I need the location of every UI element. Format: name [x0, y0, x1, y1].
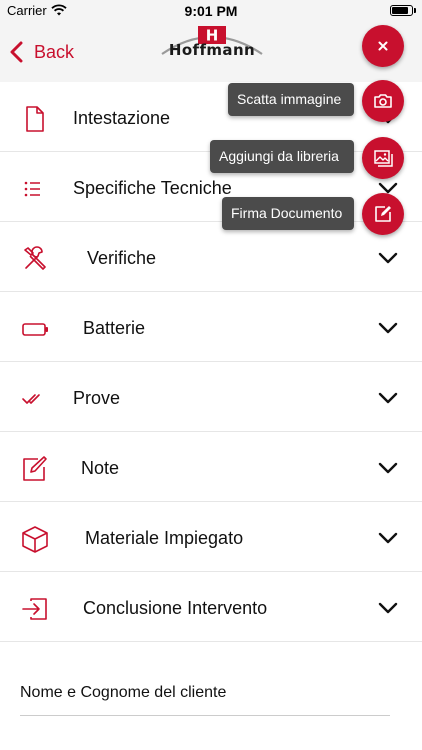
customer-name-label[interactable]: Nome e Cognome del cliente — [20, 684, 226, 702]
take-photo-tooltip[interactable]: Scatta immagine — [228, 83, 354, 116]
logo-text: Hoffmann — [168, 41, 256, 59]
section-batterie[interactable]: Batterie — [0, 292, 422, 362]
sign-in-icon — [22, 598, 47, 620]
list-icon — [24, 181, 40, 197]
chevron-down-icon[interactable] — [378, 462, 398, 474]
chevron-left-icon — [10, 41, 23, 63]
section-label: Verifiche — [87, 248, 157, 268]
image-library-icon — [374, 150, 393, 167]
section-label: Intestazione — [73, 108, 171, 128]
section-note[interactable]: Note — [0, 432, 422, 502]
fab-close-button[interactable] — [362, 25, 404, 67]
battery-level — [392, 7, 409, 14]
chevron-down-icon[interactable] — [378, 322, 398, 334]
document-icon — [26, 106, 44, 132]
add-from-library-button[interactable] — [362, 137, 404, 179]
back-label: Back — [34, 41, 75, 62]
battery-icon — [22, 323, 48, 336]
add-from-library-tooltip[interactable]: Aggiungi da libreria — [210, 140, 354, 173]
section-label: Conclusione Intervento — [83, 598, 268, 618]
double-check-icon — [22, 394, 40, 404]
status-bar: Carrier 9:01 PM — [0, 0, 422, 22]
section-label: Batterie — [83, 318, 146, 338]
back-button[interactable]: Back — [8, 38, 74, 66]
take-photo-button[interactable] — [362, 80, 404, 122]
chevron-down-icon[interactable] — [378, 392, 398, 404]
section-label: Note — [81, 458, 120, 478]
sign-document-button[interactable] — [362, 193, 404, 235]
section-label: Specifiche Tecniche — [73, 178, 232, 198]
box-icon — [22, 526, 48, 553]
chevron-down-icon[interactable] — [378, 602, 398, 614]
section-verifiche[interactable]: Verifiche — [0, 222, 422, 292]
camera-icon — [374, 94, 392, 108]
status-time: 9:01 PM — [184, 3, 238, 19]
section-conclusione-intervento[interactable]: Conclusione Intervento — [0, 572, 422, 642]
section-prove[interactable]: Prove — [0, 362, 422, 432]
battery-tip — [414, 8, 416, 13]
chevron-down-icon[interactable] — [378, 252, 398, 264]
nav-bar: Back H Hoffmann — [0, 22, 422, 82]
section-label: Prove — [73, 388, 121, 408]
section-label: Materiale Impiegato — [85, 528, 244, 548]
customer-name-underline[interactable] — [20, 715, 390, 716]
tools-icon — [24, 246, 46, 270]
edit-icon — [23, 456, 47, 481]
chevron-down-icon[interactable] — [378, 532, 398, 544]
battery-icon — [390, 5, 413, 16]
sign-icon — [375, 206, 391, 222]
sign-document-tooltip[interactable]: Firma Documento — [222, 197, 354, 230]
close-icon — [378, 41, 388, 51]
section-materiale-impiegato[interactable]: Materiale Impiegato — [0, 502, 422, 572]
